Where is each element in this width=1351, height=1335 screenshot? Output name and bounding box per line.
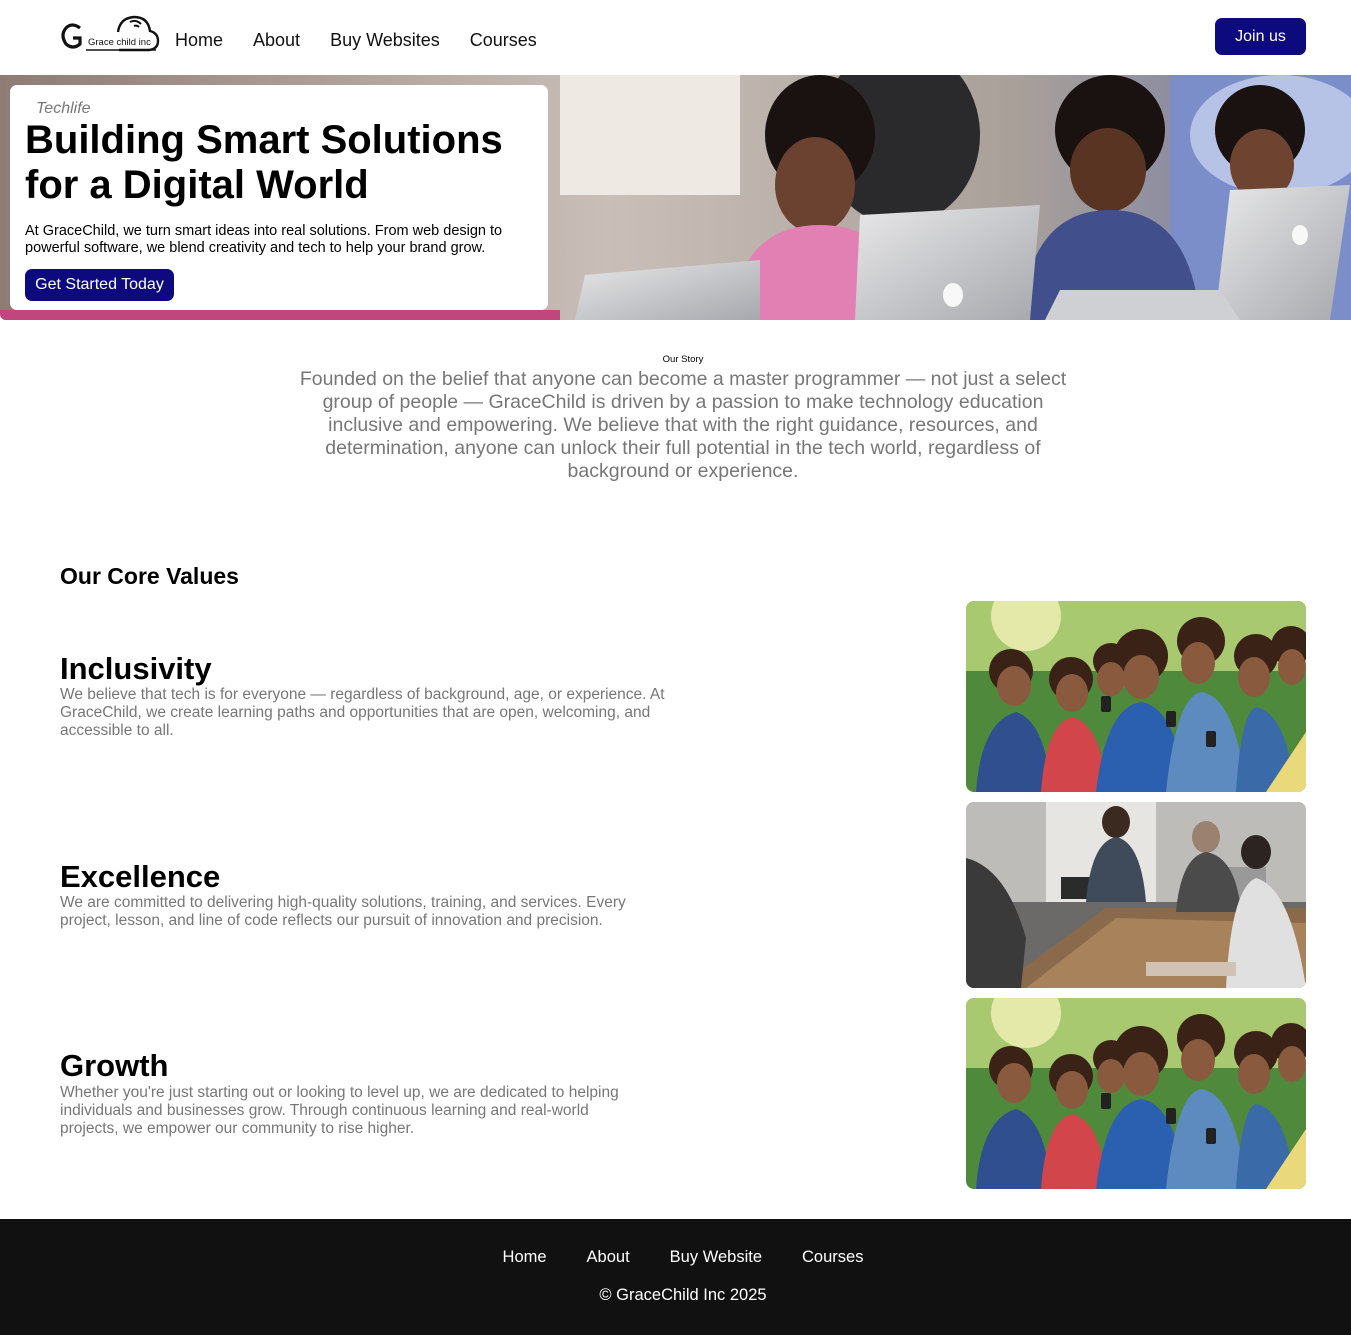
svg-text:Grace child inc: Grace child inc: [88, 37, 151, 48]
footer-nav-courses[interactable]: Courses: [802, 1248, 863, 1267]
story-label: Our Story: [662, 354, 704, 365]
value-title-inclusivity: Inclusivity: [60, 651, 212, 686]
value-title-growth: Growth: [60, 1048, 169, 1083]
main-nav: Home About Buy Websites Courses: [175, 29, 537, 51]
site-footer: Home About Buy Website Courses © GraceCh…: [0, 1219, 1351, 1335]
value-text-excellence: We are committed to delivering high-qual…: [60, 894, 626, 929]
brand-logo[interactable]: Grace child inc: [60, 14, 160, 56]
nav-about[interactable]: About: [253, 29, 300, 51]
site-header: Grace child inc Home About Buy Websites …: [0, 0, 1351, 75]
value-title-excellence: Excellence: [60, 859, 221, 894]
hero-title: Building Smart Solutions for a Digital W…: [25, 118, 503, 207]
growth-photo: [966, 998, 1306, 1189]
copyright-text: © GraceChild Inc 2025: [599, 1286, 767, 1304]
value-text-growth: Whether you're just starting out or look…: [60, 1084, 619, 1137]
excellence-photo: [966, 802, 1306, 988]
story-text: Founded on the belief that anyone can be…: [299, 368, 1067, 482]
join-us-button[interactable]: Join us: [1215, 18, 1306, 55]
value-text-inclusivity: We believe that tech is for everyone — r…: [60, 686, 665, 739]
hero-kicker: Techlife: [36, 100, 91, 117]
footer-nav-buy-website[interactable]: Buy Website: [670, 1248, 762, 1267]
nav-buy-websites[interactable]: Buy Websites: [330, 29, 440, 51]
hero-card: Techlife Building Smart Solutions for a …: [10, 85, 548, 310]
get-started-button[interactable]: Get Started Today: [25, 269, 174, 301]
nav-courses[interactable]: Courses: [470, 29, 537, 51]
footer-nav: Home About Buy Website Courses: [0, 1248, 1351, 1267]
footer-nav-home[interactable]: Home: [503, 1248, 547, 1267]
hero-description: At GraceChild, we turn smart ideas into …: [25, 223, 503, 256]
nav-home[interactable]: Home: [175, 29, 223, 51]
hero-banner: Techlife Building Smart Solutions for a …: [0, 75, 1351, 320]
core-values-title: Our Core Values: [60, 563, 239, 589]
inclusivity-photo: [966, 601, 1306, 792]
footer-nav-about[interactable]: About: [587, 1248, 630, 1267]
